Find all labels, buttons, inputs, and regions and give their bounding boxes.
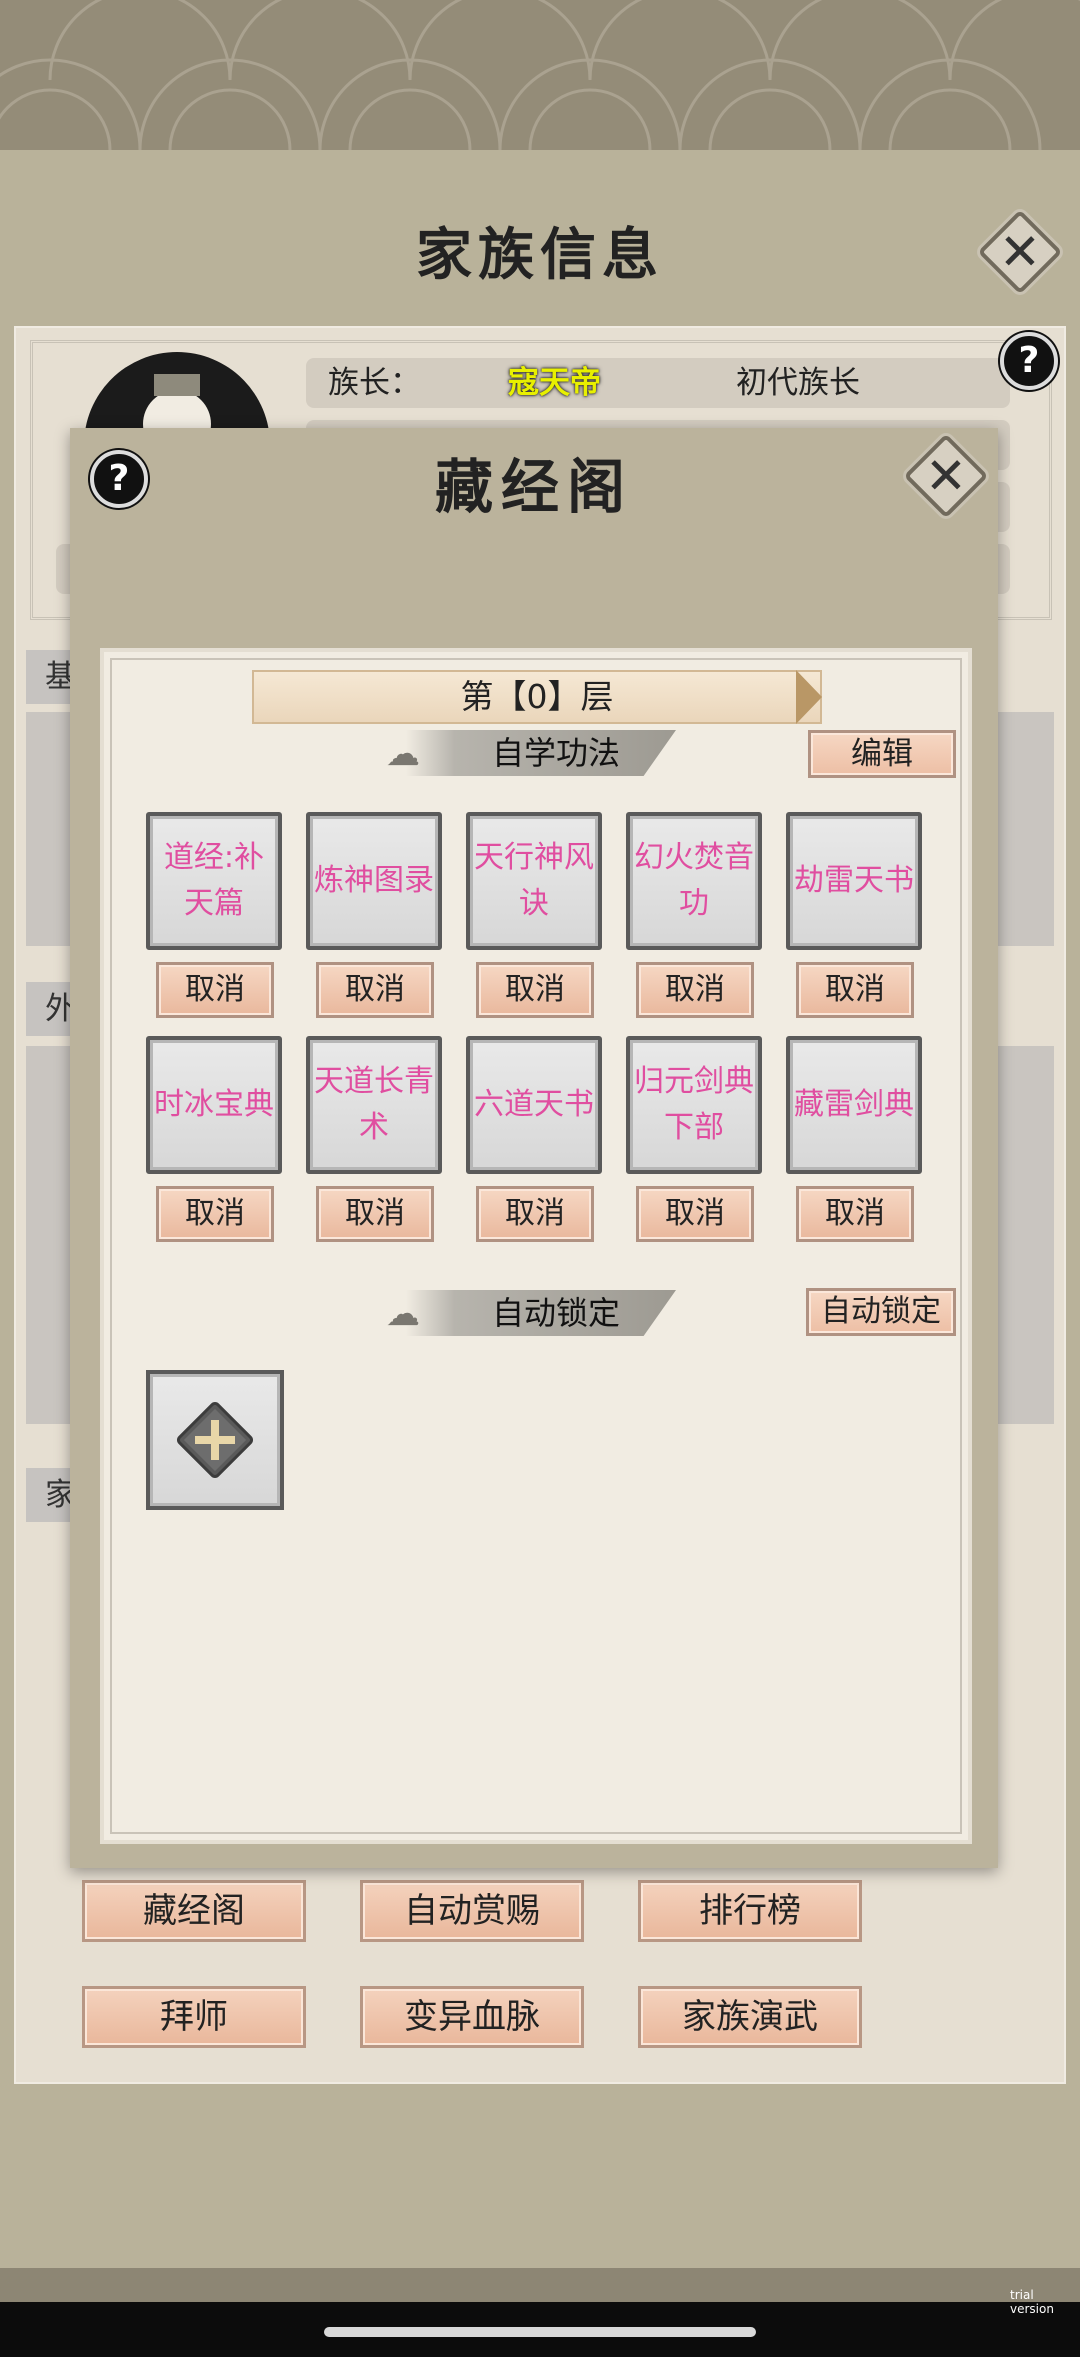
close-icon: ✕ (999, 223, 1041, 281)
cancel-button[interactable]: 取消 (316, 962, 434, 1018)
auto-reward-button[interactable]: 自动赏赐 (360, 1880, 584, 1942)
leader-rank: 初代族长 (736, 365, 860, 401)
cancel-button[interactable]: 取消 (156, 1186, 274, 1242)
skill-name: 归元剑典下部 (634, 1064, 754, 1145)
add-auto-lock-slot[interactable] (146, 1370, 284, 1510)
edit-button[interactable]: 编辑 (808, 730, 956, 778)
home-indicator-bar (0, 2302, 1080, 2357)
trial-watermark: trial version (1010, 2288, 1054, 2316)
plus-icon (176, 1401, 254, 1479)
floor-selector: 第【0】层 (252, 670, 822, 724)
scripture-pavilion-button[interactable]: 藏经阁 (82, 1880, 306, 1942)
skill-slot[interactable]: 劫雷天书 (786, 812, 922, 950)
leader-label: 族长： (328, 365, 421, 401)
auto-lock-button[interactable]: 自动锁定 (806, 1288, 956, 1336)
cancel-button[interactable]: 取消 (796, 1186, 914, 1242)
skill-slot[interactable]: 天行神风诀 (466, 812, 602, 950)
skill-slot[interactable]: 炼神图录 (306, 812, 442, 950)
home-indicator[interactable] (324, 2327, 756, 2337)
skill-slot[interactable]: 幻火焚音功 (626, 812, 762, 950)
apprentice-button[interactable]: 拜师 (82, 1986, 306, 2048)
leaderboard-button[interactable]: 排行榜 (638, 1880, 862, 1942)
help-button[interactable]: ? (1000, 332, 1058, 390)
close-icon: ✕ (925, 447, 967, 505)
cancel-button[interactable]: 取消 (316, 1186, 434, 1242)
skill-name: 炼神图录 (314, 863, 434, 898)
skill-slot[interactable]: 时冰宝典 (146, 1036, 282, 1174)
page-title: 家族信息 (416, 222, 664, 288)
skill-name: 道经:补天篇 (163, 840, 265, 921)
skill-name: 幻火焚音功 (634, 840, 754, 921)
skill-name: 藏雷剑典 (794, 1087, 914, 1122)
cancel-button[interactable]: 取消 (636, 1186, 754, 1242)
bottom-edge-decoration (0, 2268, 1080, 2302)
top-decorative-band (0, 0, 1080, 150)
skill-slot[interactable]: 归元剑典下部 (626, 1036, 762, 1174)
skill-name: 劫雷天书 (794, 863, 914, 898)
self-study-section-header: ☁ 自学功法 (386, 730, 686, 776)
dialog-close-button[interactable]: ✕ (898, 432, 994, 520)
skill-slot[interactable]: 六道天书 (466, 1036, 602, 1174)
help-icon: ? (108, 458, 130, 499)
family-duel-button[interactable]: 家族演武 (638, 1986, 862, 2048)
dialog-help-button[interactable]: ? (90, 450, 148, 508)
section-title: 自学功法 (491, 734, 620, 772)
help-icon: ? (1018, 340, 1040, 381)
cancel-button[interactable]: 取消 (796, 962, 914, 1018)
skill-name: 天道长青术 (314, 1064, 434, 1145)
skill-name: 时冰宝典 (154, 1087, 274, 1122)
leader-name: 寇天帝 (508, 365, 601, 401)
cloud-ornament-icon: ☁ (386, 1294, 420, 1334)
cancel-button[interactable]: 取消 (636, 962, 754, 1018)
skill-slot[interactable]: 藏雷剑典 (786, 1036, 922, 1174)
skill-name: 天行神风诀 (474, 840, 594, 921)
cancel-button[interactable]: 取消 (476, 962, 594, 1018)
skill-slot[interactable]: 道经:补天篇 (146, 812, 282, 950)
skill-slot[interactable]: 天道长青术 (306, 1036, 442, 1174)
mutation-bloodline-button[interactable]: 变异血脉 (360, 1986, 584, 2048)
wave-pattern (0, 0, 1080, 150)
close-button[interactable]: ✕ (972, 208, 1068, 296)
next-floor-arrow-icon[interactable] (796, 670, 822, 724)
cancel-button[interactable]: 取消 (156, 962, 274, 1018)
dialog-title: 藏经阁 (434, 453, 633, 521)
auto-lock-section-header: ☁ 自动锁定 (386, 1290, 686, 1336)
skill-name: 六道天书 (474, 1087, 594, 1122)
cloud-ornament-icon: ☁ (386, 734, 420, 774)
cancel-button[interactable]: 取消 (476, 1186, 594, 1242)
section-title: 自动锁定 (491, 1294, 620, 1332)
